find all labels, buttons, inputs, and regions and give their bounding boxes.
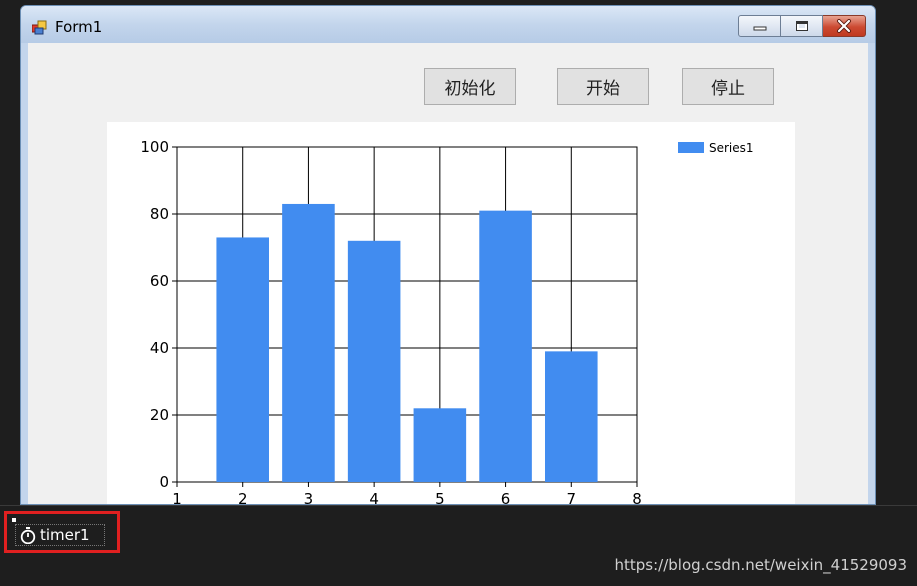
y-tick-label: 100: [140, 138, 169, 156]
y-tick-label: 40: [150, 339, 169, 357]
y-tick-label: 80: [150, 205, 169, 223]
bar[interactable]: [479, 210, 532, 482]
close-icon: [837, 19, 851, 33]
minimize-button[interactable]: [738, 15, 781, 37]
window-title: Form1: [55, 18, 103, 36]
x-tick-label: 4: [369, 490, 379, 505]
bar[interactable]: [282, 203, 335, 482]
legend-swatch: [678, 142, 704, 153]
bar[interactable]: [216, 237, 269, 482]
form-window: Form1 初始化 开始 停止 0 20 40 60 80 100 1 2 3 4 5 6 7 8 S: [20, 5, 876, 505]
x-tick-label: 7: [567, 490, 577, 505]
legend-label: Series1: [709, 141, 754, 155]
y-tick-label: 0: [159, 473, 169, 491]
chart-control: 0 20 40 60 80 100 1 2 3 4 5 6 7 8 Series1: [107, 122, 795, 505]
y-tick-label: 20: [150, 406, 169, 424]
window-frame-right: [868, 43, 875, 504]
stop-button[interactable]: 停止: [682, 68, 774, 105]
bar-chart: 0 20 40 60 80 100 1 2 3 4 5 6 7 8 Series1: [140, 138, 754, 505]
init-button[interactable]: 初始化: [424, 68, 516, 105]
winforms-app-icon: [32, 20, 47, 35]
maximize-icon: [795, 21, 808, 31]
timer-highlight-box: timer1: [4, 511, 120, 553]
y-tick-label: 60: [150, 272, 169, 290]
x-tick-label: 2: [238, 490, 248, 505]
x-tick-label: 3: [304, 490, 314, 505]
stopwatch-icon: [20, 526, 36, 544]
window-frame-left: [21, 43, 28, 504]
watermark-text: https://blog.csdn.net/weixin_41529093: [614, 556, 907, 574]
form-client-area: 初始化 开始 停止 0 20 40 60 80 100 1 2 3 4 5 6 7 8 Series1: [28, 43, 868, 504]
x-tick-label: 8: [632, 490, 642, 505]
start-button[interactable]: 开始: [557, 68, 649, 105]
maximize-button[interactable]: [781, 15, 823, 37]
timer-label: timer1: [40, 526, 90, 544]
minimize-icon: [753, 26, 766, 31]
bar[interactable]: [413, 408, 467, 482]
title-bar[interactable]: Form1: [21, 6, 875, 43]
x-tick-label: 6: [501, 490, 511, 505]
close-button[interactable]: [823, 15, 866, 37]
tray-grip-handle[interactable]: [12, 518, 16, 522]
bar[interactable]: [347, 240, 401, 482]
x-tick-label: 1: [172, 490, 182, 505]
x-tick-label: 5: [435, 490, 445, 505]
bar[interactable]: [545, 351, 598, 482]
timer-component[interactable]: timer1: [15, 524, 105, 546]
